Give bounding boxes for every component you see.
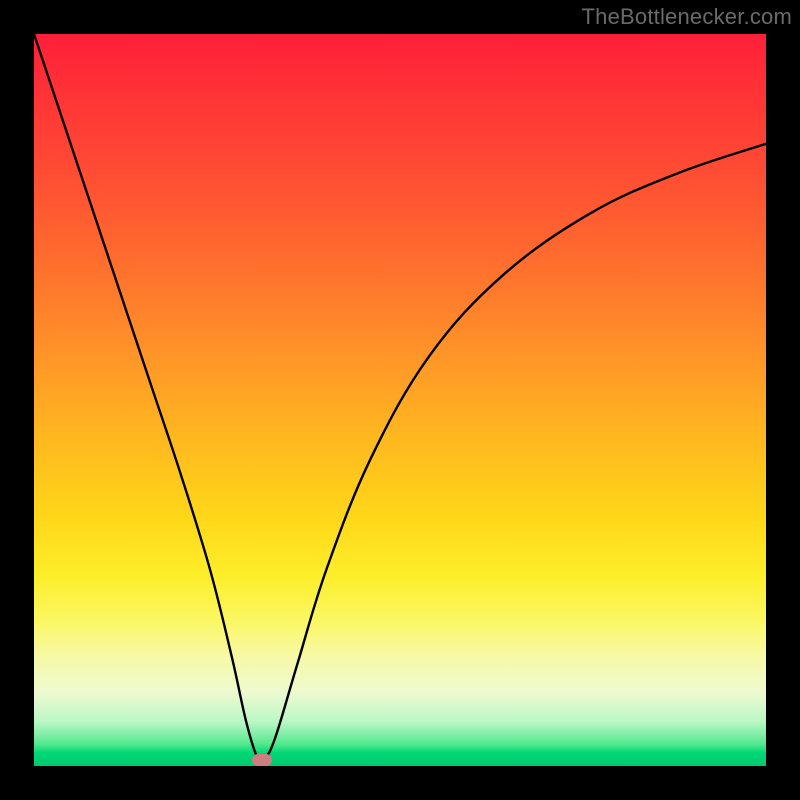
optimal-marker [252, 754, 272, 766]
attribution-text: TheBottlenecker.com [582, 4, 792, 30]
bottleneck-curve [34, 34, 766, 766]
chart-stage: TheBottlenecker.com [0, 0, 800, 800]
plot-area [34, 34, 766, 766]
